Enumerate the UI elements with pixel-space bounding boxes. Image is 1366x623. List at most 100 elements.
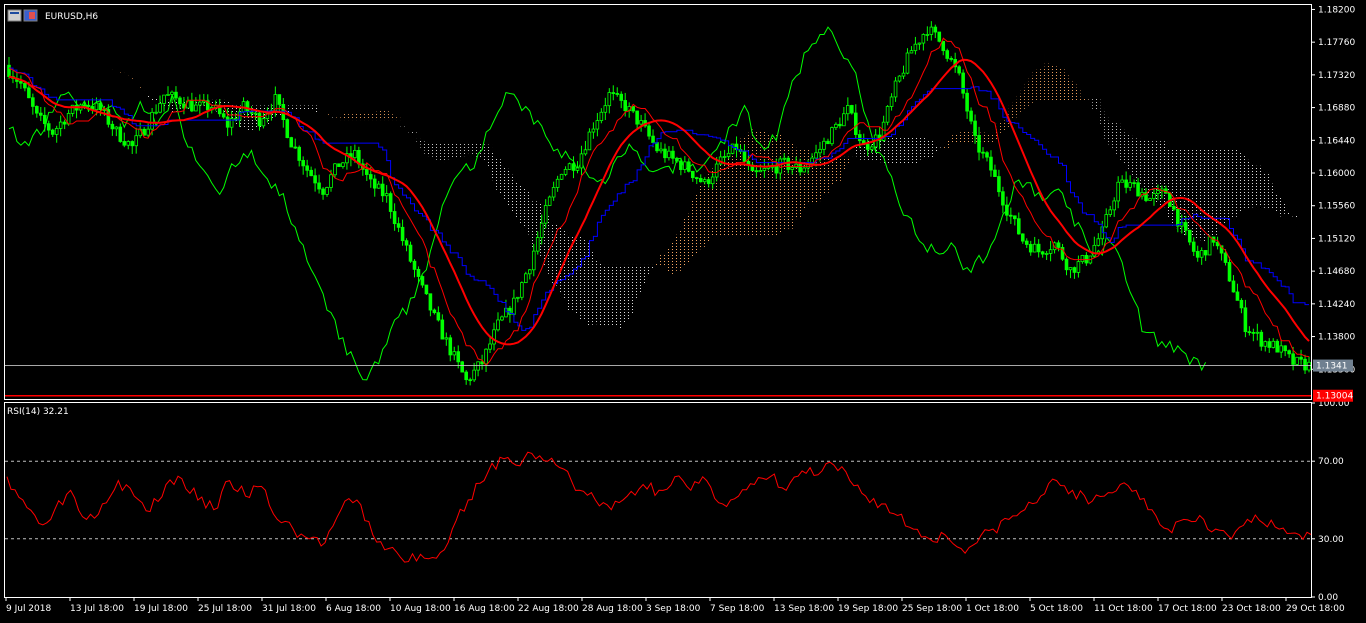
candle-body (50, 129, 55, 135)
ichimoku-cloud-segment (126, 74, 131, 76)
price-tick-label: 1.18200 (1318, 5, 1355, 15)
candle-body (122, 141, 127, 146)
candle-body (659, 148, 663, 152)
ichimoku-cloud-segment (551, 223, 556, 284)
candle-body (714, 163, 719, 178)
candle-body (198, 101, 202, 106)
time-tick-label: 11 Oct 18:00 (1094, 604, 1153, 614)
candle-body (1207, 236, 1212, 256)
candle-body (162, 94, 166, 104)
price-tick-label: 1.15560 (1318, 202, 1355, 212)
candle-body (1299, 356, 1303, 360)
candle-body (35, 106, 39, 114)
candle-body (285, 119, 290, 138)
candle-body (31, 97, 35, 107)
candle-body (1187, 229, 1192, 243)
candle-body (599, 111, 604, 122)
ichimoku-cloud-segment (754, 131, 759, 236)
ichimoku-cloud-segment (961, 130, 966, 144)
candle-body (428, 293, 433, 311)
candle-body (1116, 181, 1120, 202)
candle-body (1020, 233, 1025, 242)
candle-body (1291, 353, 1295, 365)
time-tick-label: 17 Oct 18:00 (1158, 604, 1217, 614)
ichimoku-cloud-segment (1104, 117, 1109, 139)
candle-body (1044, 253, 1049, 255)
ichimoku-cloud-segment (766, 133, 771, 236)
candle-body (114, 126, 119, 130)
time-tick-label: 5 Oct 18:00 (1030, 604, 1083, 614)
candle-body (1203, 250, 1208, 256)
time-tick-label: 7 Sep 18:00 (710, 604, 765, 614)
ichimoku-cloud-segment (770, 134, 775, 236)
candle-body (516, 296, 520, 299)
candle-body (110, 123, 115, 130)
candle-body (1295, 356, 1299, 365)
candle-body (834, 123, 838, 128)
ichimoku-cloud-segment (1076, 89, 1081, 101)
candle-body (973, 120, 977, 136)
ichimoku-cloud-segment (1052, 64, 1057, 101)
ichimoku-cloud-segment (122, 72, 127, 74)
candle-body (253, 112, 258, 115)
candle-body (1036, 243, 1041, 253)
candle-body (547, 196, 552, 206)
time-tick-label: 29 Oct 18:00 (1286, 604, 1345, 614)
ichimoku-cloud-segment (1279, 196, 1284, 217)
candle-body (726, 152, 731, 157)
ichimoku-cloud-segment (1024, 83, 1029, 107)
candle-body (615, 93, 620, 95)
candle-body (706, 179, 711, 185)
candle-body (1009, 214, 1013, 217)
ichimoku-cloud-segment (937, 147, 942, 150)
time-tick-label: 16 Aug 18:00 (454, 604, 515, 614)
candle-body (838, 123, 842, 127)
candle-body (993, 169, 997, 177)
price-tick-label: 1.15120 (1318, 234, 1355, 244)
candle-body (1028, 244, 1033, 253)
ichimoku-cloud-segment (436, 142, 441, 161)
candle-body (528, 269, 532, 275)
candle-body (1108, 209, 1113, 215)
ichimoku-cloud-segment (110, 68, 115, 70)
ichimoku-cloud-segment (690, 200, 695, 257)
candle-body (822, 140, 826, 150)
candle-body (611, 92, 616, 94)
ichimoku-cloud-segment (154, 97, 159, 102)
ichimoku-cloud-segment (1040, 68, 1045, 101)
ichimoku-cloud-segment (722, 155, 727, 236)
ichimoku-cloud-segment (647, 264, 652, 276)
ichimoku-cloud-segment (1000, 120, 1005, 132)
candle-body (742, 151, 747, 162)
candle-body (575, 167, 580, 171)
candle-body (1128, 182, 1132, 188)
ichimoku-cloud-segment (1275, 193, 1280, 212)
symbol-title: EURUSD,H6 (45, 12, 98, 22)
ichimoku-cloud-segment (774, 135, 779, 236)
ichimoku-cloud-segment (678, 229, 683, 271)
ichimoku-cloud-segment (519, 184, 524, 224)
candle-body (977, 135, 981, 153)
candle-body (961, 72, 965, 94)
price-tick-label: 1.13800 (1318, 333, 1355, 343)
ichimoku-cloud-segment (1144, 139, 1148, 191)
candle-body (762, 167, 767, 171)
candle-body (850, 105, 854, 114)
candle-body (543, 205, 548, 224)
ichimoku-cloud-segment (913, 137, 918, 165)
ichimoku-cloud-segment (114, 70, 119, 72)
candle-body (607, 92, 612, 107)
ichimoku-cloud-segment (1203, 149, 1208, 242)
ichimoku-cloud-segment (1020, 90, 1025, 110)
ichimoku-cloud-segment (309, 105, 314, 111)
ichimoku-cloud-segment (1299, 220, 1304, 222)
ichimoku-cloud-segment (396, 117, 401, 121)
candle-body (158, 103, 162, 113)
candle-body (293, 146, 298, 149)
candle-body (1076, 261, 1081, 273)
ichimoku-cloud-segment (400, 126, 405, 128)
candle-body (1152, 193, 1156, 200)
rsi-panel-frame[interactable] (4, 402, 1312, 598)
candle-body (524, 273, 528, 284)
candle-body (62, 121, 67, 125)
